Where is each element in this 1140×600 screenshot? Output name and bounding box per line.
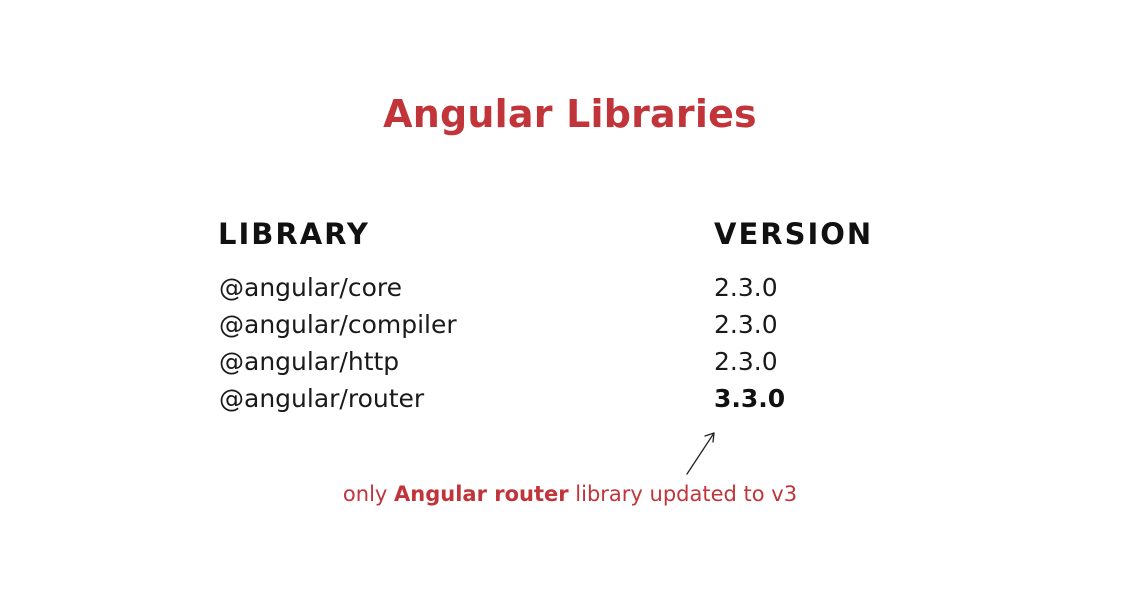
table-row: @angular/http 2.3.0 — [0, 347, 1140, 384]
annotation-suffix: library updated to v3 — [568, 482, 798, 506]
table-row: @angular/compiler 2.3.0 — [0, 310, 1140, 347]
library-name: @angular/core — [219, 273, 402, 302]
annotation-note: only Angular router library updated to v… — [0, 482, 1140, 506]
page: Angular Libraries LIBRARY VERSION @angul… — [0, 0, 1140, 600]
library-name: @angular/compiler — [219, 310, 457, 339]
arrow-up-right-icon — [686, 432, 715, 475]
library-name: @angular/router — [219, 384, 425, 413]
library-column-header: LIBRARY — [218, 217, 370, 251]
version-column-header: VERSION — [714, 217, 874, 251]
table-row-router: @angular/router 3.3.0 — [0, 384, 1140, 421]
table-row: @angular/core 2.3.0 — [0, 273, 1140, 310]
library-name: @angular/http — [219, 347, 400, 376]
library-table: @angular/core 2.3.0 @angular/compiler 2.… — [0, 273, 1140, 421]
library-version: 2.3.0 — [714, 273, 778, 302]
library-version-highlighted: 3.3.0 — [714, 384, 786, 413]
library-version: 2.3.0 — [714, 310, 778, 339]
library-version: 2.3.0 — [714, 347, 778, 376]
annotation-emphasis: Angular router — [394, 482, 569, 506]
page-title: Angular Libraries — [383, 92, 757, 136]
annotation-prefix: only — [342, 482, 395, 506]
